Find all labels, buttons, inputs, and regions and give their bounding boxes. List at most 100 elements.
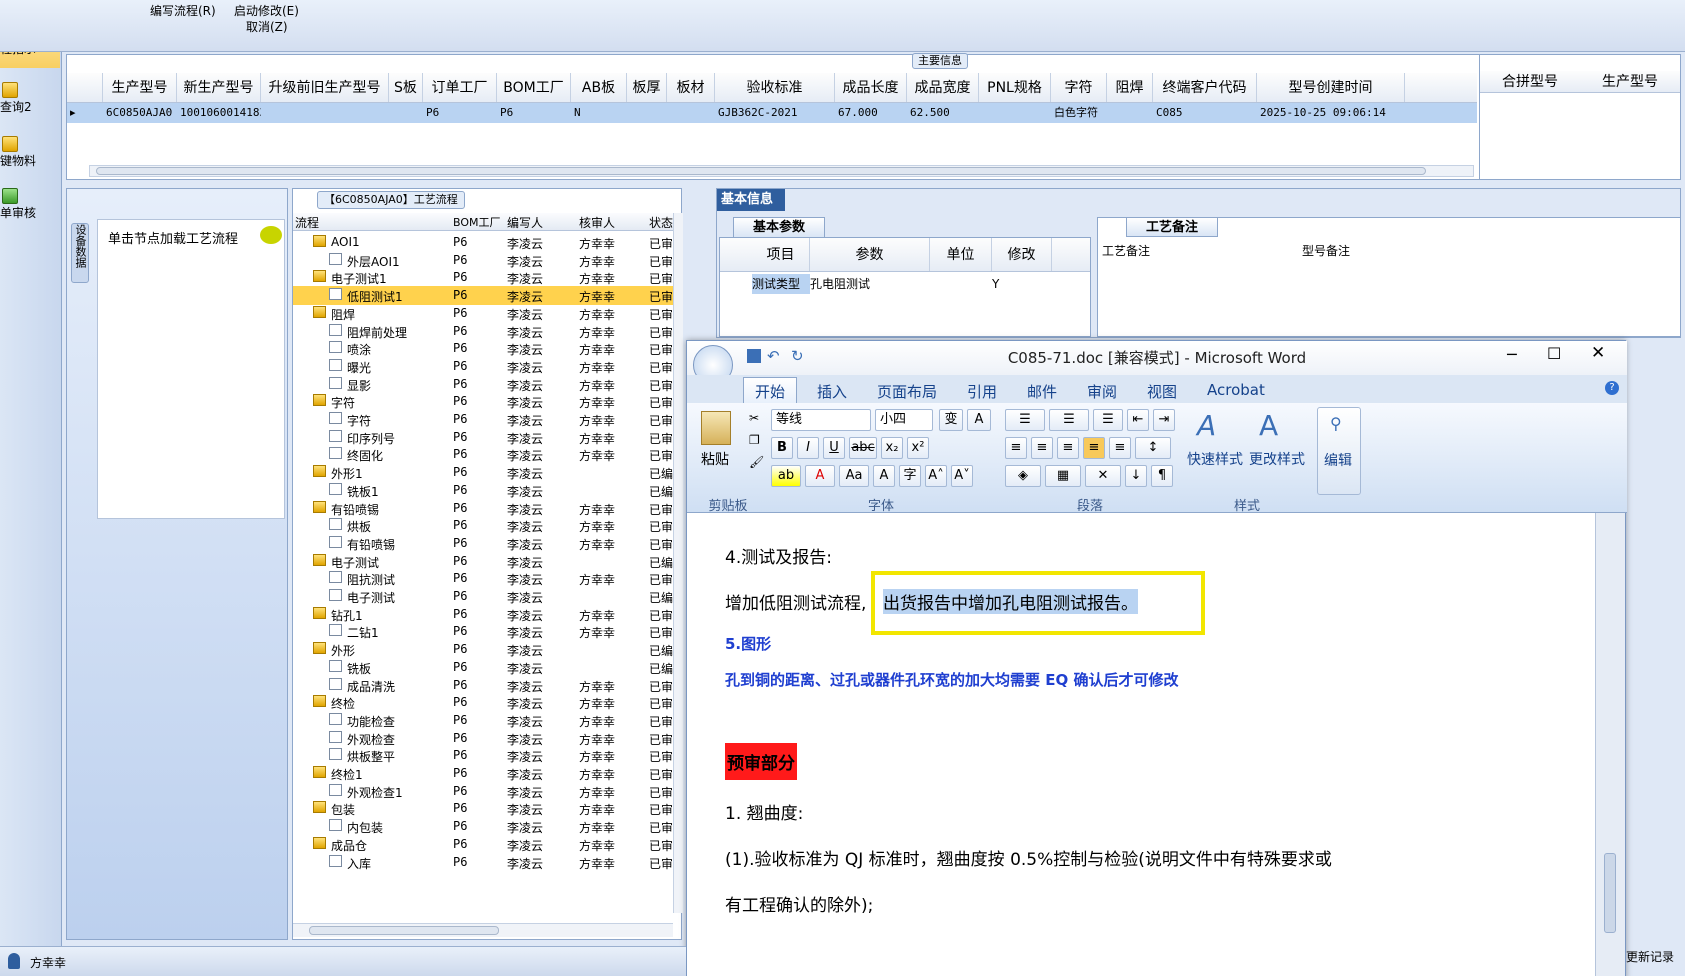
equipment-data-tab[interactable]: 设备数据 [71, 223, 89, 283]
vertical-scrollbar[interactable] [673, 213, 683, 913]
tree-row[interactable]: 二钻1 P6 李凌云 方幸幸 已审核 [293, 622, 673, 641]
bold-icon[interactable]: B [771, 437, 793, 459]
font-color-icon[interactable]: A [805, 465, 835, 487]
column-header[interactable]: 板材 [667, 73, 715, 102]
change-styles-button[interactable]: 更改样式 [1249, 449, 1305, 469]
column-header[interactable]: 状态 [649, 214, 673, 231]
tree-row[interactable]: 烘板 P6 李凌云 方幸幸 已审核 [293, 516, 673, 535]
justify-icon[interactable]: ≡ [1083, 437, 1105, 459]
nav-item-key-material[interactable]: 键物料 [0, 136, 60, 180]
tree-row[interactable]: 成品仓 P6 李凌云 方幸幸 已审核 [293, 835, 673, 854]
tab-basic-params[interactable]: 基本参数 [733, 217, 825, 237]
column-header[interactable]: 合拼型号 [1480, 71, 1580, 92]
column-header[interactable]: 型号创建时间 [1257, 73, 1405, 102]
column-header[interactable]: 项目 [752, 238, 810, 271]
tree-row[interactable]: 铣板 P6 李凌云 已编写 [293, 658, 673, 677]
sort-icon[interactable]: ↓ [1125, 465, 1147, 487]
distributed-icon[interactable]: ≡ [1109, 437, 1131, 459]
bullets-icon[interactable]: ☰ [1005, 409, 1045, 431]
close-button[interactable]: ✕ [1591, 343, 1605, 363]
font-name-box[interactable]: 等线 [771, 409, 871, 431]
multilevel-list-icon[interactable]: ☰ [1093, 409, 1123, 431]
tree-row[interactable]: 内包装 P6 李凌云 方幸幸 已审核 [293, 817, 673, 836]
tab-acrobat[interactable]: Acrobat [1207, 381, 1265, 399]
tree-row[interactable]: AOI1 P6 李凌云 方幸幸 已审核 [293, 233, 673, 252]
tree-row[interactable]: 字符 P6 李凌云 方幸幸 已审核 [293, 410, 673, 429]
cancel-button[interactable]: 取消(Z) [246, 18, 288, 35]
clear-format-icon[interactable]: A [967, 409, 991, 431]
char-shading-icon[interactable]: A [873, 465, 895, 487]
tree-row[interactable]: 电子测试1 P6 李凌云 方幸幸 已审核 [293, 268, 673, 287]
tree-row[interactable]: 阻焊 P6 李凌云 方幸幸 已审核 [293, 304, 673, 323]
change-case-icon[interactable]: 变 [939, 409, 963, 431]
tree-row[interactable]: 外观检查 P6 李凌云 方幸幸 已审核 [293, 729, 673, 748]
column-header[interactable]: 生产型号 [1580, 71, 1680, 92]
nav-item-review[interactable]: 单审核 [0, 188, 60, 232]
align-center-icon[interactable]: ≡ [1031, 437, 1053, 459]
tab-review[interactable]: 审阅 [1087, 381, 1117, 402]
column-header[interactable]: 新生产型号 [177, 73, 261, 102]
tab-references[interactable]: 引用 [967, 381, 997, 402]
superscript-icon[interactable]: x² [907, 437, 929, 459]
tab-view[interactable]: 视图 [1147, 381, 1177, 402]
format-painter-icon[interactable]: 🖌 [749, 455, 764, 469]
cut-icon[interactable]: ✂ [749, 411, 759, 425]
column-header[interactable]: 流程 [295, 214, 319, 231]
tree-row[interactable]: 显影 P6 李凌云 方幸幸 已审核 [293, 375, 673, 394]
column-header[interactable]: 订单工厂 [423, 73, 497, 102]
column-header[interactable]: 阻焊 [1107, 73, 1153, 102]
tab-home[interactable]: 开始 [755, 381, 785, 402]
enclose-char-icon[interactable]: 字 [899, 465, 921, 487]
horizontal-scrollbar[interactable] [89, 165, 1474, 177]
column-header[interactable]: BOM工厂 [453, 214, 501, 230]
decrease-indent-icon[interactable]: ⇤ [1127, 409, 1149, 431]
maximize-button[interactable]: ☐ [1547, 344, 1561, 363]
tree-row[interactable]: 功能检查 P6 李凌云 方幸幸 已审核 [293, 711, 673, 730]
tree-row[interactable]: 曝光 P6 李凌云 方幸幸 已审核 [293, 357, 673, 376]
column-header[interactable]: 修改 [992, 238, 1052, 271]
column-header[interactable]: 成品长度 [835, 73, 907, 102]
column-header[interactable]: 板厚 [627, 73, 667, 102]
italic-icon[interactable]: I [797, 437, 819, 459]
tree-row[interactable]: 有铅喷锡 P6 李凌云 方幸幸 已审核 [293, 534, 673, 553]
minimize-button[interactable]: ─ [1507, 345, 1517, 364]
tree-row[interactable]: 印序列号 P6 李凌云 方幸幸 已审核 [293, 428, 673, 447]
column-header[interactable]: S板 [389, 73, 423, 102]
column-header[interactable]: 升级前旧生产型号 [261, 73, 389, 102]
tree-row[interactable]: 铣板1 P6 李凌云 已编写 [293, 481, 673, 500]
copy-icon[interactable]: ❐ [749, 433, 760, 447]
tab-page-layout[interactable]: 页面布局 [877, 381, 937, 402]
column-header[interactable]: AB板 [571, 73, 627, 102]
doc-vertical-scrollbar[interactable] [1595, 513, 1625, 976]
tree-row[interactable]: 外层AOI1 P6 李凌云 方幸幸 已审核 [293, 251, 673, 270]
column-header[interactable]: 成品宽度 [907, 73, 979, 102]
tree-row[interactable]: 外形 P6 李凌云 已编写 [293, 640, 673, 659]
tree-row[interactable]: 入库 P6 李凌云 方幸幸 已审核 [293, 853, 673, 872]
tree-row[interactable]: 字符 P6 李凌云 方幸幸 已审核 [293, 392, 673, 411]
tree-row[interactable]: 钻孔1 P6 李凌云 方幸幸 已审核 [293, 605, 673, 624]
help-icon[interactable]: ? [1605, 381, 1619, 395]
highlight-icon[interactable]: ab [771, 465, 801, 487]
change-styles-icon[interactable]: A [1259, 409, 1278, 442]
increase-indent-icon[interactable]: ⇥ [1153, 409, 1175, 431]
shrink-font-icon[interactable]: A˅ [951, 465, 973, 487]
tree-row[interactable]: 低阻测试1 P6 李凌云 方幸幸 已审核 [293, 286, 673, 306]
update-log-link[interactable]: 更新记录 [1626, 948, 1674, 965]
chinese-layout-icon[interactable]: ✕ [1085, 465, 1121, 487]
tree-row[interactable]: 包装 P6 李凌云 方幸幸 已审核 [293, 799, 673, 818]
subscript-icon[interactable]: x₂ [881, 437, 903, 459]
align-right-icon[interactable]: ≡ [1057, 437, 1079, 459]
tree-row[interactable]: 电子测试 P6 李凌云 已编写 [293, 587, 673, 606]
numbering-icon[interactable]: ☰ [1049, 409, 1089, 431]
column-header[interactable]: PNL规格 [979, 73, 1051, 102]
horizontal-scrollbar[interactable] [293, 923, 673, 937]
tree-row[interactable]: 喷涂 P6 李凌云 方幸幸 已审核 [293, 339, 673, 358]
tab-mailings[interactable]: 邮件 [1027, 381, 1057, 402]
tree-row[interactable]: 终检 P6 李凌云 方幸幸 已审核 [293, 693, 673, 712]
show-marks-icon[interactable]: ¶ [1151, 465, 1173, 487]
quick-styles-icon[interactable]: A [1197, 409, 1216, 442]
tree-row[interactable]: 终检1 P6 李凌云 方幸幸 已审核 [293, 764, 673, 783]
tree-row[interactable]: 阻抗测试 P6 李凌云 方幸幸 已审核 [293, 569, 673, 588]
column-header[interactable]: 字符 [1051, 73, 1107, 102]
column-header[interactable]: 生产型号 [103, 73, 177, 102]
